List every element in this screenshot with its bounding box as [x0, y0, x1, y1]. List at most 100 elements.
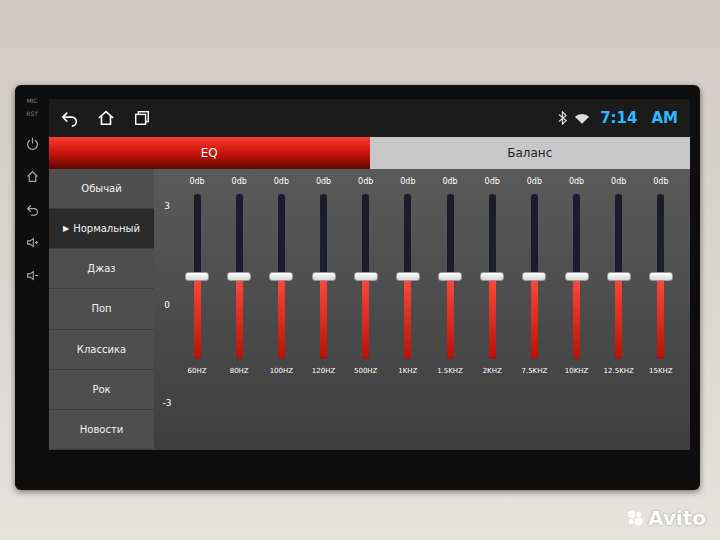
slider-fill — [489, 277, 496, 360]
band-reading: 0db — [274, 177, 289, 186]
volume-down-icon[interactable] — [26, 269, 39, 282]
band-reading: 0db — [442, 177, 457, 186]
power-icon[interactable] — [26, 137, 39, 150]
slider-thumb[interactable] — [354, 272, 378, 281]
slider-thumb[interactable] — [227, 272, 251, 281]
slider-fill — [531, 277, 538, 360]
slider-thumb[interactable] — [649, 272, 673, 281]
slider-thumb[interactable] — [269, 272, 293, 281]
preset-item[interactable]: ▶Нормальный — [49, 209, 154, 249]
slider-thumb[interactable] — [480, 272, 504, 281]
band-label: 12.5KHZ — [604, 367, 634, 375]
band-reading: 0db — [569, 177, 584, 186]
slider-thumb[interactable] — [438, 272, 462, 281]
preset-item[interactable]: Классика — [49, 330, 154, 370]
eq-band: 0db 10KHZ — [556, 177, 598, 442]
band-reading: 0db — [400, 177, 415, 186]
photo-background: MICRST7:14AMEQБалансОбычай▶НормальныйДжа… — [0, 0, 720, 540]
preset-item[interactable]: Рок — [49, 370, 154, 410]
scale-tick: 0 — [164, 300, 170, 310]
band-slider[interactable] — [278, 194, 285, 359]
band-slider[interactable] — [236, 194, 243, 359]
band-slider[interactable] — [447, 194, 454, 359]
eq-band: 0db 2KHZ — [471, 177, 513, 442]
band-label: 80HZ — [230, 367, 249, 375]
band-reading: 0db — [316, 177, 331, 186]
eq-band: 0db 100HZ — [260, 177, 302, 442]
selected-marker: ▶ — [63, 224, 69, 233]
eq-band: 0db60HZ — [176, 177, 218, 442]
equalizer-panel: 30-30db60HZ0db80HZ0db100HZ0db120HZ0db500… — [154, 169, 690, 450]
preset-item[interactable]: Поп — [49, 289, 154, 329]
slider-thumb[interactable] — [185, 272, 209, 281]
band-slider[interactable] — [657, 194, 664, 359]
band-reading: 0db — [611, 177, 626, 186]
tab[interactable]: EQ — [49, 137, 370, 169]
preset-item[interactable]: Джаз — [49, 249, 154, 289]
band-slider[interactable] — [531, 194, 538, 359]
slider-fill — [447, 277, 454, 360]
slider-fill — [573, 277, 580, 360]
slider-thumb[interactable] — [565, 272, 589, 281]
scale-tick: -3 — [163, 398, 172, 408]
slider-thumb[interactable] — [312, 272, 336, 281]
eq-band: 0db7.5KHZ — [513, 177, 555, 442]
wifi-icon — [574, 112, 590, 125]
tab-bar: EQБаланс — [49, 137, 690, 169]
band-slider[interactable] — [573, 194, 580, 359]
preset-item[interactable]: Новости — [49, 410, 154, 450]
band-slider[interactable] — [615, 194, 622, 359]
screen: 7:14AMEQБалансОбычай▶НормальныйДжазПопКл… — [49, 99, 690, 450]
band-slider[interactable] — [362, 194, 369, 359]
preset-list: Обычай▶НормальныйДжазПопКлассикаРокНовос… — [49, 169, 154, 450]
slider-fill — [657, 277, 664, 360]
tab[interactable]: Баланс — [370, 137, 691, 169]
eq-band: 0db500HZ — [345, 177, 387, 442]
band-slider[interactable] — [404, 194, 411, 359]
scale-tick: 3 — [164, 201, 170, 211]
eq-band: 0db 1.5KHZ — [429, 177, 471, 442]
eq-band: 0db120HZ — [303, 177, 345, 442]
band-slider[interactable] — [194, 194, 201, 359]
preset-item[interactable]: Обычай — [49, 169, 154, 209]
band-label: 500HZ — [354, 367, 377, 375]
bezel-label: RST — [26, 110, 38, 117]
slider-fill — [194, 277, 201, 360]
eq-band: 0db 12.5KHZ — [598, 177, 640, 442]
recents-icon[interactable] — [133, 109, 151, 127]
eq-band: 0db 80HZ — [218, 177, 260, 442]
eq-band: 0db15KHZ — [640, 177, 682, 442]
slider-fill — [278, 277, 285, 360]
clock-time: 7:14 — [600, 109, 637, 127]
band-label: 10KHZ — [565, 367, 589, 375]
band-label: 100HZ — [270, 367, 293, 375]
eq-band: 0db 1KHZ — [387, 177, 429, 442]
bluetooth-icon — [557, 111, 568, 125]
slider-fill — [236, 277, 243, 360]
home-icon[interactable] — [97, 109, 115, 127]
volume-up-icon[interactable] — [26, 236, 39, 249]
band-reading: 0db — [189, 177, 204, 186]
band-reading: 0db — [232, 177, 247, 186]
band-reading: 0db — [485, 177, 500, 186]
slider-thumb[interactable] — [396, 272, 420, 281]
side-bezel: MIC RST — [15, 85, 49, 490]
status-bar: 7:14 AM — [49, 99, 690, 137]
band-slider[interactable] — [320, 194, 327, 359]
slider-thumb[interactable] — [607, 272, 631, 281]
band-slider[interactable] — [489, 194, 496, 359]
band-label: 15KHZ — [649, 367, 673, 375]
clock-period: AM — [651, 109, 678, 127]
home-icon[interactable] — [26, 170, 39, 183]
bezel-label: MIC — [26, 97, 37, 104]
band-label: 1.5KHZ — [437, 367, 463, 375]
head-unit: MICRST7:14AMEQБалансОбычай▶НормальныйДжа… — [15, 85, 700, 490]
slider-thumb[interactable] — [522, 272, 546, 281]
band-label: 1KHZ — [398, 367, 417, 375]
band-label: 7.5KHZ — [521, 367, 547, 375]
back-icon[interactable] — [26, 203, 39, 216]
slider-fill — [362, 277, 369, 360]
watermark: Avito — [626, 506, 706, 530]
back-icon[interactable] — [61, 109, 79, 127]
band-label: 2KHZ — [483, 367, 502, 375]
